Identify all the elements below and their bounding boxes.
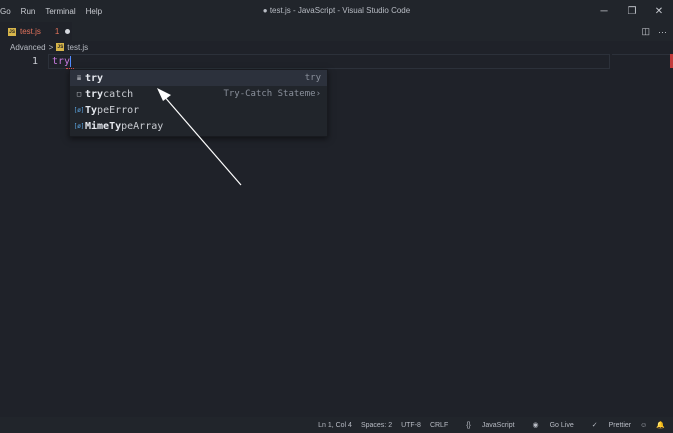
- feedback-icon[interactable]: ☺: [640, 422, 647, 429]
- indentation[interactable]: Spaces: 2: [361, 422, 392, 429]
- cursor-position[interactable]: Ln 1, Col 4: [318, 422, 352, 429]
- braces-icon: {}: [466, 421, 471, 429]
- go-live[interactable]: ◉ Go Live: [524, 421, 574, 429]
- notifications-icon[interactable]: 🔔: [656, 421, 665, 429]
- broadcast-icon: ◉: [532, 422, 539, 429]
- language-mode[interactable]: {} JavaScript: [457, 422, 514, 429]
- annotation-arrow: [157, 88, 242, 186]
- status-bar: Ln 1, Col 4 Spaces: 2 UTF-8 CRLF {} Java…: [0, 417, 673, 433]
- prettier[interactable]: ✓ Prettier: [583, 421, 631, 429]
- encoding[interactable]: UTF-8: [401, 422, 421, 429]
- check-icon: ✓: [591, 422, 598, 429]
- end-of-line[interactable]: CRLF: [430, 422, 448, 429]
